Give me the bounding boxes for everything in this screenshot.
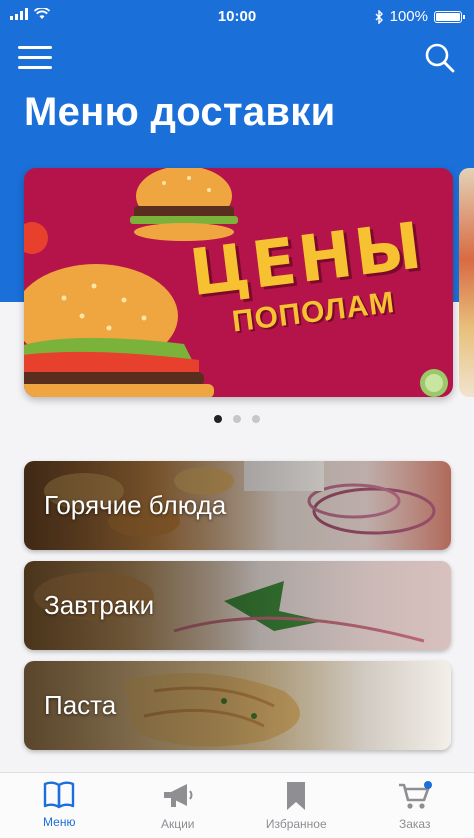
next-banner-preview[interactable] (459, 168, 474, 397)
tab-label: Избранное (266, 817, 327, 831)
tab-label: Акции (161, 817, 195, 831)
carousel-dot[interactable] (233, 415, 241, 423)
megaphone-icon (161, 781, 195, 811)
carousel-pagination (0, 415, 474, 423)
category-label: Завтраки (44, 561, 154, 650)
category-card-breakfasts[interactable]: Завтраки (24, 561, 451, 650)
status-bar: 10:00 100% (0, 0, 474, 34)
tab-favorites[interactable]: Избранное (237, 773, 356, 838)
tab-bar: Меню Акции Избранное Заказ (0, 772, 474, 838)
book-icon (43, 781, 75, 809)
category-card-hot-dishes[interactable]: Горячие блюда (24, 461, 451, 550)
battery-icon (434, 11, 462, 23)
tab-menu[interactable]: Меню (0, 773, 119, 838)
search-icon[interactable] (424, 42, 456, 74)
promo-banner[interactable]: ЦЕНЫ пополам (24, 168, 453, 397)
bluetooth-icon (375, 10, 384, 24)
tab-order[interactable]: Заказ (356, 773, 474, 838)
battery-percent: 100% (390, 8, 428, 25)
category-label: Горячие блюда (44, 461, 226, 550)
carousel-dot[interactable] (252, 415, 260, 423)
bookmark-icon (284, 781, 308, 811)
page-title: Меню доставки (24, 90, 335, 135)
tab-label: Меню (43, 815, 75, 829)
carousel-dot[interactable] (214, 415, 222, 423)
tab-promotions[interactable]: Акции (119, 773, 238, 838)
cart-badge-dot (424, 781, 432, 789)
category-card-pasta[interactable]: Паста (24, 661, 451, 750)
menu-hamburger-icon[interactable] (18, 45, 52, 71)
cart-icon (397, 781, 433, 811)
category-label: Паста (44, 661, 116, 750)
tab-label: Заказ (399, 817, 430, 831)
